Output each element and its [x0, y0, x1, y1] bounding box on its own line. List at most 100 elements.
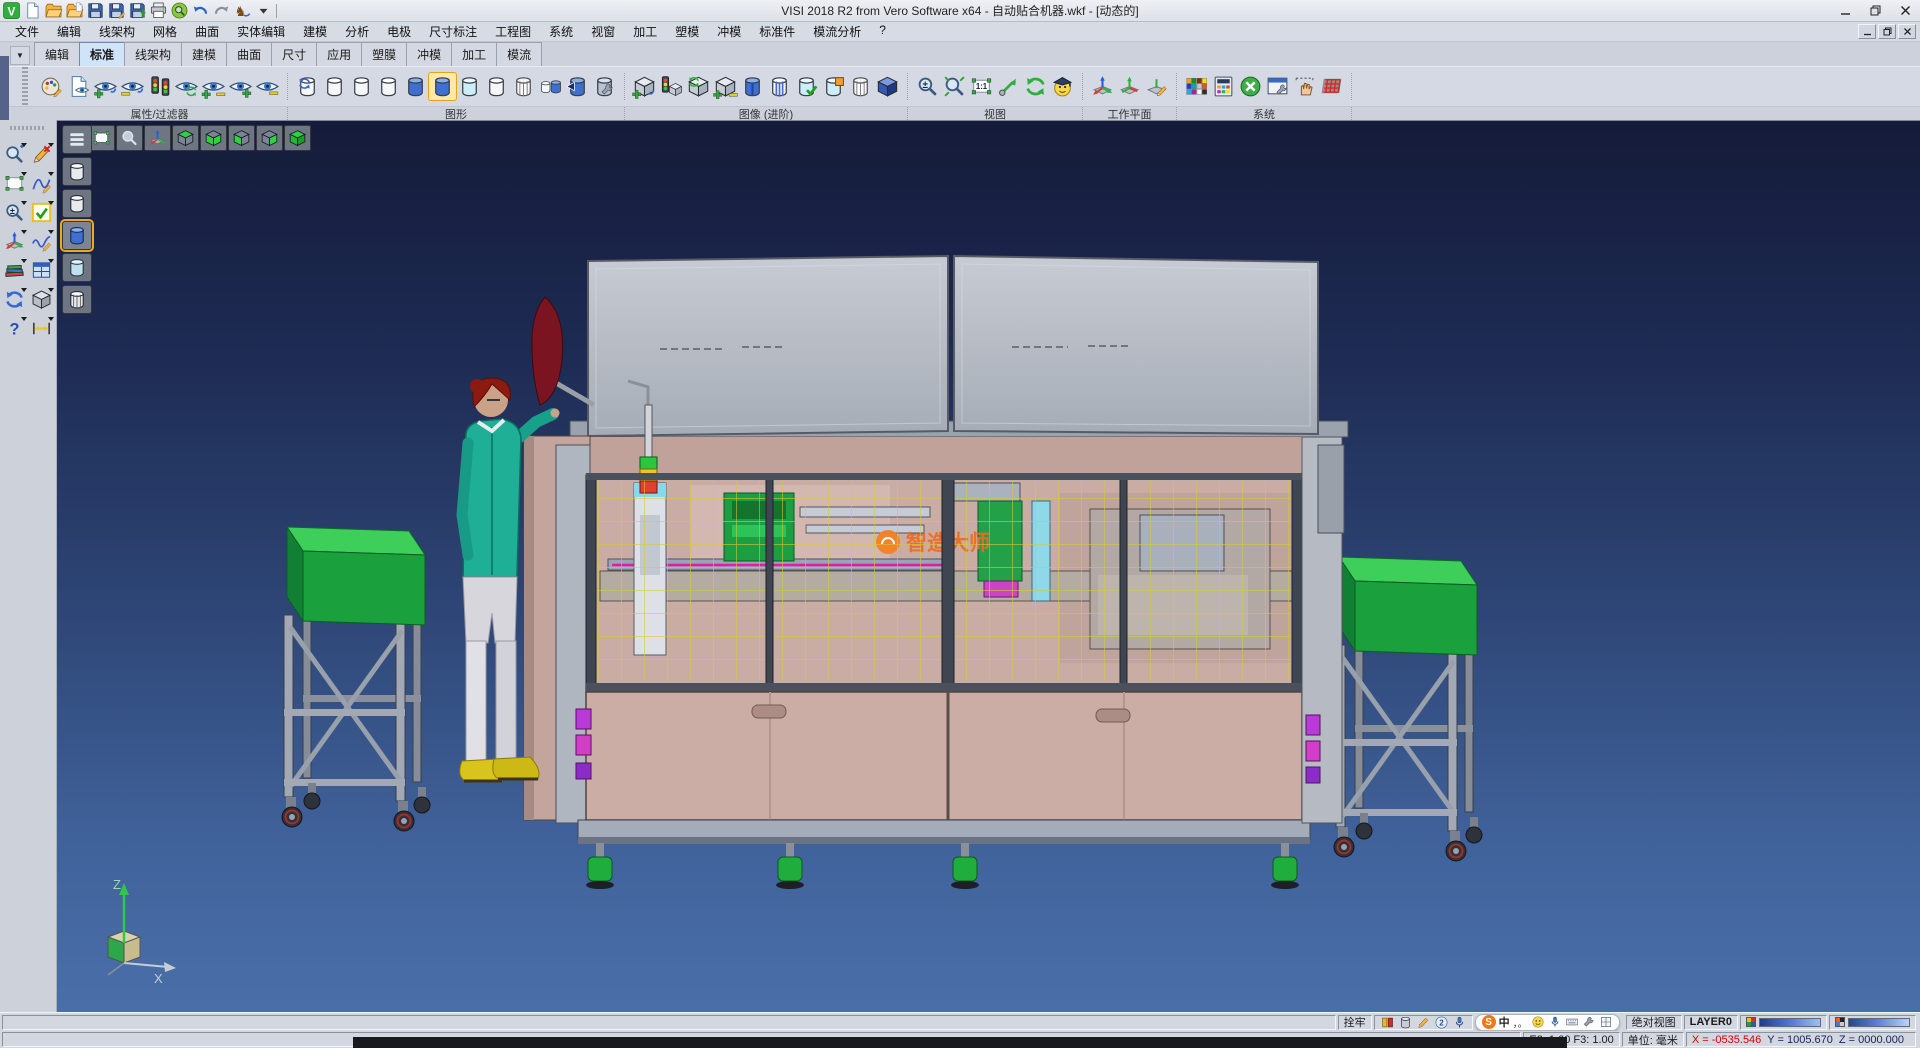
zoom-arrow-icon[interactable] — [995, 73, 1022, 100]
zoom-window-icon[interactable] — [2, 171, 27, 196]
strip-cylinder-active-icon[interactable] — [62, 221, 92, 250]
import-file-icon[interactable] — [65, 1, 84, 20]
cube-bottom-icon[interactable] — [200, 125, 227, 151]
cube-right-icon[interactable] — [256, 125, 283, 151]
status-lock-toggle[interactable]: 拴牢 — [1338, 1015, 1372, 1030]
undo-icon[interactable] — [191, 1, 210, 20]
ime-mode-toggle[interactable]: 中 — [1499, 1014, 1510, 1030]
menu-item-18[interactable]: 模流分析 — [804, 21, 870, 42]
status-view-mode[interactable]: 绝对视图 — [1626, 1015, 1682, 1030]
cube-top-icon[interactable] — [172, 125, 199, 151]
menu-item-8[interactable]: 分析 — [336, 21, 378, 42]
refresh-blue-icon[interactable] — [2, 287, 27, 312]
view-refresh-icon[interactable] — [1022, 73, 1049, 100]
curve-edit-icon[interactable] — [29, 171, 54, 196]
menu-item-19[interactable]: ? — [870, 21, 895, 42]
visibility-plusminus-icon[interactable] — [200, 73, 227, 100]
print-preview-icon[interactable] — [170, 1, 189, 20]
ime-wrench-icon[interactable] — [1582, 1015, 1596, 1029]
pages-eye-icon[interactable] — [65, 73, 92, 100]
snap-count-icon[interactable]: 2 — [1434, 1015, 1449, 1030]
cylinder-pair-icon[interactable] — [537, 73, 564, 100]
viewport-3d[interactable]: 智造大师 — [57, 120, 1920, 1012]
cube-iso-icon[interactable] — [284, 125, 311, 151]
select-hand-icon[interactable] — [1291, 73, 1318, 100]
visi-logo-icon[interactable]: V — [2, 1, 21, 20]
zoom-dynamic-icon[interactable] — [2, 142, 27, 167]
cube-traffic-icon[interactable] — [658, 73, 685, 100]
menu-item-12[interactable]: 系统 — [540, 21, 582, 42]
measure-icon[interactable] — [29, 316, 54, 341]
ime-punctuation-toggle[interactable]: ，。 — [1513, 1015, 1528, 1030]
zoom-plusminus-2-icon[interactable]: ± — [2, 200, 27, 225]
strip-cylinder-1-icon[interactable] — [62, 157, 92, 186]
cylinder-wire-2-icon[interactable] — [847, 73, 874, 100]
cube-left-icon[interactable] — [228, 125, 255, 151]
menu-item-9[interactable]: 电极 — [378, 21, 420, 42]
cpl-axes-icon[interactable] — [1089, 73, 1116, 100]
calculator-icon[interactable] — [1210, 73, 1237, 100]
ime-smiley-icon[interactable] — [1531, 1015, 1545, 1029]
restore-button[interactable] — [1860, 1, 1890, 20]
qat-dropdown-icon[interactable] — [254, 1, 273, 20]
workflow-tab-10[interactable]: 加工 — [451, 42, 497, 66]
cube-grey-icon[interactable] — [29, 287, 54, 312]
hide-all-icon[interactable] — [254, 73, 281, 100]
layers-icon[interactable] — [2, 258, 27, 283]
workflow-tab-4[interactable]: 建模 — [181, 42, 227, 66]
view-cpl-icon[interactable] — [144, 125, 171, 151]
system-tools-icon[interactable] — [1237, 73, 1264, 100]
document-close-button[interactable] — [1898, 24, 1916, 39]
zoom-actual-icon[interactable]: 1:1 — [968, 73, 995, 100]
cpl-edit-icon[interactable] — [1143, 73, 1170, 100]
menu-item-6[interactable]: 实体编辑 — [228, 21, 294, 42]
show-add-icon[interactable] — [92, 73, 119, 100]
menu-item-17[interactable]: 标准件 — [750, 21, 804, 42]
workflow-tab-5[interactable]: 曲面 — [226, 42, 272, 66]
cylinder-outline-3-icon[interactable] — [375, 73, 402, 100]
tab-dropdown-button[interactable]: ▼ — [10, 46, 30, 65]
confirm-icon[interactable] — [29, 200, 54, 225]
color-palette-icon[interactable] — [1183, 73, 1210, 100]
zoom-plusminus-icon[interactable]: ± — [914, 73, 941, 100]
save-as-icon[interactable] — [107, 1, 126, 20]
ime-board-icon[interactable] — [1599, 1015, 1613, 1029]
cylinder-outline-4-icon[interactable] — [483, 73, 510, 100]
close-button[interactable] — [1890, 1, 1920, 20]
help-icon[interactable]: ? — [2, 316, 27, 341]
palette-filter-icon[interactable] — [38, 73, 65, 100]
menu-item-11[interactable]: 工程图 — [486, 21, 540, 42]
document-minimize-button[interactable] — [1858, 24, 1876, 39]
cylinder-wire-icon[interactable] — [510, 73, 537, 100]
cylinder-blue-icon[interactable] — [402, 73, 429, 100]
cube-shaded-icon[interactable] — [874, 73, 901, 100]
workflow-tab-8[interactable]: 塑膜 — [361, 42, 407, 66]
window-tools-icon[interactable] — [1264, 73, 1291, 100]
ime-keyboard-icon[interactable] — [1565, 1015, 1579, 1029]
cylinder-outline-2-icon[interactable] — [348, 73, 375, 100]
move-axes-icon[interactable] — [2, 229, 27, 254]
menu-item-10[interactable]: 尺寸标注 — [420, 21, 486, 42]
zoom-extents-icon[interactable] — [941, 73, 968, 100]
status-active-layer[interactable]: LAYER0 — [1684, 1015, 1738, 1030]
cylinder-check-icon[interactable] — [793, 73, 820, 100]
cylinder-shaded-icon[interactable] — [739, 73, 766, 100]
cube-add-icon[interactable] — [631, 73, 658, 100]
view-observer-icon[interactable] — [1049, 73, 1076, 100]
strip-cylinder-wire-icon[interactable] — [62, 285, 92, 314]
status-color-bar-1[interactable] — [1740, 1015, 1827, 1030]
minimize-button[interactable] — [1830, 1, 1860, 20]
strip-cylinder-2-icon[interactable] — [62, 189, 92, 218]
cylinder-refresh-icon[interactable] — [294, 73, 321, 100]
cylinder-cyan-icon[interactable] — [456, 73, 483, 100]
cube-plusminus-icon[interactable] — [712, 73, 739, 100]
cylinder-tools-icon[interactable] — [591, 73, 618, 100]
snap-mic-icon[interactable] — [1452, 1015, 1467, 1030]
cylinder-arrow-icon[interactable] — [564, 73, 591, 100]
menu-item-15[interactable]: 塑模 — [666, 21, 708, 42]
save-all-icon[interactable] — [128, 1, 147, 20]
snap-pen-icon[interactable] — [1416, 1015, 1431, 1030]
menu-item-2[interactable]: 编辑 — [48, 21, 90, 42]
window-blue-icon[interactable] — [29, 258, 54, 283]
show-all-icon[interactable] — [227, 73, 254, 100]
